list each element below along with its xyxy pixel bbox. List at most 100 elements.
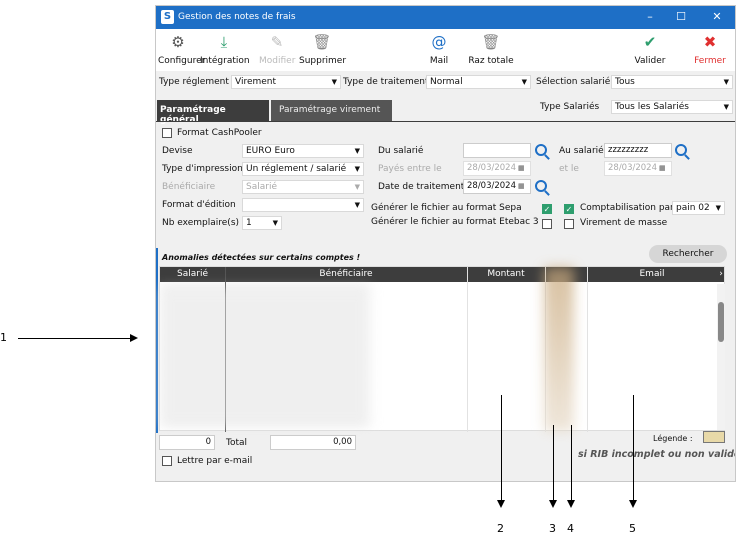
scroll-right-icon[interactable]: › xyxy=(716,269,726,279)
scroll-thumb[interactable] xyxy=(718,302,724,342)
expense-window: S Gestion des notes de frais – ☐ ✕ ⚙ Con… xyxy=(155,5,736,482)
annotation-line-3 xyxy=(553,425,554,503)
au-salarie-label: Au salarié xyxy=(559,146,604,156)
chevron-down-icon: ▼ xyxy=(331,78,337,86)
column-email[interactable]: Email xyxy=(588,269,716,279)
sliders-icon: ⚙ xyxy=(171,33,185,51)
type-impression-select[interactable]: Un réglement / salarié ▼ xyxy=(242,162,364,176)
comptabilisation-select[interactable]: pain 02 ▼ xyxy=(672,201,725,215)
beneficiaire-select[interactable]: Salarié ▼ xyxy=(242,180,364,194)
payes-entre-label: Payés entre le xyxy=(378,164,442,174)
title-bar: S Gestion des notes de frais – ☐ ✕ xyxy=(156,6,735,29)
chevron-down-icon: ▼ xyxy=(723,78,729,86)
chevron-down-icon: ▼ xyxy=(723,103,729,111)
annotation-label-2: 2 xyxy=(497,522,504,535)
annotation-arrow-3 xyxy=(549,500,557,508)
search-icon[interactable] xyxy=(535,180,547,192)
chevron-down-icon: ▼ xyxy=(521,78,527,86)
column-montant[interactable]: Montant xyxy=(468,269,544,279)
legend-swatch xyxy=(703,431,725,443)
type-traitement-select[interactable]: Normal ▼ xyxy=(426,75,531,89)
selection-salarie-select[interactable]: Tous ▼ xyxy=(611,75,733,89)
column-beneficiaire[interactable]: Bénéficiaire xyxy=(226,269,466,279)
tab-parametrage-virement[interactable]: Paramétrage virement xyxy=(271,100,392,121)
annotation-arrow-5 xyxy=(629,500,637,508)
modifier-button[interactable]: ✎ Modifier xyxy=(259,32,295,66)
salaries-grid[interactable]: Salarié Bénéficiaire Montant Email › xyxy=(159,266,726,432)
annotation-line-4 xyxy=(571,425,572,503)
chevron-down-icon: ▼ xyxy=(354,165,360,173)
comptabilisation-checkbox[interactable]: ✓ xyxy=(564,204,574,214)
close-window-button[interactable]: ✕ xyxy=(706,9,728,25)
supprimer-button[interactable]: 🗑 Supprimer xyxy=(299,32,346,66)
sepa-checkbox[interactable]: ✓ xyxy=(542,204,552,214)
annotation-arrow-4 xyxy=(567,500,575,508)
du-salarie-input[interactable] xyxy=(463,143,531,158)
col-sep xyxy=(587,267,588,432)
type-traitement-label: Type de traitement xyxy=(343,77,429,87)
type-reglement-select[interactable]: Virement ▼ xyxy=(231,75,341,89)
fermer-button[interactable]: ✖ Fermer xyxy=(690,32,730,66)
total-field: 0,00 xyxy=(270,435,356,450)
annotation-line-2 xyxy=(501,395,502,503)
annotation-arrow-1 xyxy=(130,334,138,342)
tab-underline xyxy=(156,121,735,122)
at-icon: @ xyxy=(431,33,447,51)
annotation-line-1 xyxy=(18,338,136,339)
format-cashpooler-label: Format CashPooler xyxy=(177,128,262,138)
devise-select[interactable]: EURO Euro ▼ xyxy=(242,144,364,158)
valider-button[interactable]: ✔ Valider xyxy=(632,32,668,66)
chevron-down-icon: ▼ xyxy=(354,183,360,191)
et-le-label: et le xyxy=(559,164,579,174)
toolbar: ⚙ Configurer ⤓ Intégration ✎ Modifier 🗑 … xyxy=(156,29,735,71)
payes-entre-input[interactable]: 28/03/2024 ▦ xyxy=(463,161,531,176)
beneficiaire-label: Bénéficiaire xyxy=(162,182,216,192)
redacted-column-bar xyxy=(544,267,574,432)
search-icon[interactable] xyxy=(675,144,687,156)
window-title: Gestion des notes de frais xyxy=(178,12,296,22)
download-icon: ⤓ xyxy=(220,33,228,51)
anomalies-text: Anomalies détectées sur certains comptes… xyxy=(162,253,361,262)
format-edition-select[interactable]: ▼ xyxy=(242,198,364,212)
minimize-button[interactable]: – xyxy=(639,9,661,25)
nb-exemplaires-select[interactable]: 1 ▼ xyxy=(242,216,282,230)
tab-parametrage-general[interactable]: Paramétrage général xyxy=(157,100,269,125)
search-icon[interactable] xyxy=(535,144,547,156)
total-label: Total xyxy=(226,438,248,448)
calendar-icon[interactable]: ▦ xyxy=(518,164,525,172)
et-le-input[interactable]: 28/03/2024 ▦ xyxy=(604,161,672,176)
etebac-label: Générer le fichier au format Etebac 3 xyxy=(371,217,539,227)
annotation-arrow-2 xyxy=(497,500,505,508)
mail-button[interactable]: @ Mail xyxy=(421,32,457,66)
type-reglement-label: Type réglement xyxy=(159,77,229,87)
close-circle-icon: ✖ xyxy=(703,33,717,51)
calendar-icon[interactable]: ▦ xyxy=(659,164,666,172)
annotation-line-5 xyxy=(633,395,634,503)
virement-masse-checkbox[interactable] xyxy=(564,219,574,229)
maximize-button[interactable]: ☐ xyxy=(670,9,692,25)
du-salarie-label: Du salarié xyxy=(378,146,424,156)
calendar-icon[interactable]: ▦ xyxy=(518,182,525,190)
legende-label: Légende : xyxy=(653,434,693,443)
rechercher-button[interactable]: Rechercher xyxy=(649,245,727,263)
type-salaries-label: Type Salariés xyxy=(540,102,600,112)
format-cashpooler-checkbox[interactable] xyxy=(162,128,172,138)
au-salarie-input[interactable]: zzzzzzzzz xyxy=(604,143,672,158)
annotation-label-3: 3 xyxy=(549,522,556,535)
rib-note: si RIB incomplet ou non validé xyxy=(578,449,736,460)
type-salaries-select[interactable]: Tous les Salariés ▼ xyxy=(611,100,733,114)
vertical-scrollbar[interactable] xyxy=(717,284,725,430)
nb-exemplaires-label: Nb exemplaire(s) xyxy=(162,218,240,228)
redacted-rows xyxy=(160,287,370,427)
lettre-email-checkbox[interactable] xyxy=(162,456,172,466)
etebac-checkbox[interactable] xyxy=(542,219,552,229)
date-traitement-input[interactable]: 28/03/2024 ▦ xyxy=(463,179,531,194)
configurer-button[interactable]: ⚙ Configurer xyxy=(158,32,205,66)
column-salarie[interactable]: Salarié xyxy=(160,269,225,279)
check-circle-icon: ✔ xyxy=(643,33,657,51)
type-impression-label: Type d'impression xyxy=(162,164,243,174)
raz-totale-button[interactable]: 🗑 Raz totale xyxy=(468,32,514,66)
integration-button[interactable]: ⤓ Intégration xyxy=(200,32,250,66)
lettre-email-label: Lettre par e-mail xyxy=(177,456,253,466)
sepa-label: Générer le fichier au format Sepa xyxy=(371,203,522,213)
